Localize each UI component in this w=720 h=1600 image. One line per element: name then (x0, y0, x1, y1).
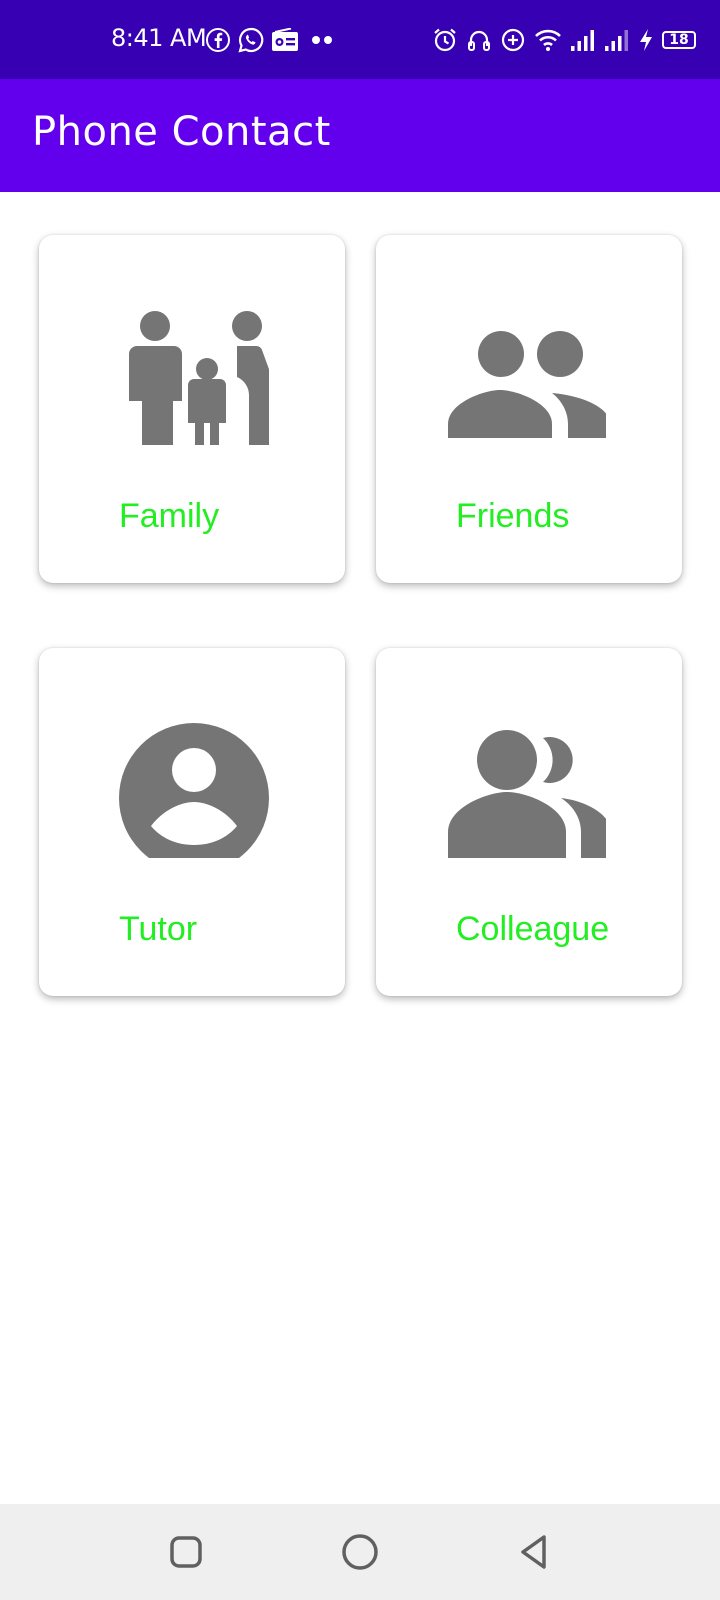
signal-icon (604, 28, 630, 52)
app-bar: Phone Contact (0, 79, 720, 192)
account-circle-icon (69, 678, 269, 873)
notification-icons (205, 26, 339, 54)
radio-icon (271, 28, 299, 52)
battery-icon: 18 (662, 31, 696, 49)
card-tutor[interactable]: Tutor (39, 648, 345, 996)
page-title: Phone Contact (32, 109, 331, 155)
card-colleague-label: Colleague (456, 910, 610, 948)
status-time: 8:41 AM (111, 24, 207, 52)
data-saver-icon (500, 27, 526, 53)
card-family-label: Family (119, 497, 220, 535)
card-friends[interactable]: Friends (376, 235, 682, 583)
back-triangle-icon[interactable] (511, 1528, 559, 1576)
signal-icon (570, 28, 596, 52)
system-icons: 18 (432, 26, 696, 54)
card-family[interactable]: Family (39, 235, 345, 583)
navigation-bar (0, 1504, 720, 1600)
alarm-icon (432, 27, 458, 53)
card-colleague[interactable]: Colleague (376, 648, 682, 996)
wifi-icon (534, 27, 562, 53)
recents-square-icon[interactable] (162, 1528, 210, 1576)
people-icon (406, 265, 610, 445)
whatsapp-icon (237, 26, 265, 54)
family-icon (69, 265, 282, 458)
charging-icon (638, 28, 654, 52)
group-icon (406, 678, 611, 858)
home-circle-icon[interactable] (336, 1528, 384, 1576)
more-dots-icon (305, 34, 339, 46)
facebook-icon (205, 27, 231, 53)
status-bar: 8:41 AM 18 (0, 0, 720, 79)
headset-icon (466, 27, 492, 53)
card-tutor-label: Tutor (119, 910, 198, 948)
card-friends-label: Friends (456, 497, 570, 535)
